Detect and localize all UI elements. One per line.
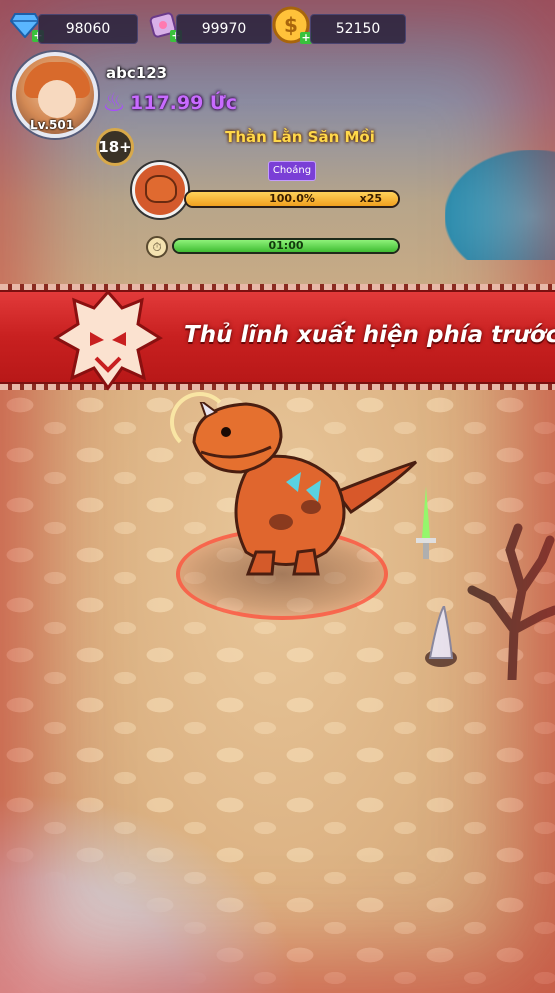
diamond-icon: + xyxy=(8,8,44,42)
boss-status-tag: Choáng xyxy=(268,161,316,181)
diamond-count: 98060 xyxy=(65,21,111,37)
dead-tree xyxy=(467,523,555,680)
player-power: 117.99 Ức xyxy=(130,92,238,114)
boss-warning-banner: Thủ lĩnh xuất hiện phía trước!! xyxy=(0,284,555,391)
gem-icon: + xyxy=(146,8,182,42)
boss-hp-multiplier: x25 xyxy=(359,192,382,205)
banner-message: Thủ lĩnh xuất hiện phía trước!! xyxy=(184,322,555,348)
age-rating-badge: 18+ xyxy=(96,128,134,166)
boulders-bottom xyxy=(0,793,300,993)
gold-coin-icon: $ + xyxy=(272,6,312,44)
gold-counter: 52150 xyxy=(310,14,406,44)
gem-count: 99970 xyxy=(201,21,247,37)
gold-count: 52150 xyxy=(335,21,381,37)
player-level: Lv.501 xyxy=(30,118,75,132)
boss-name: Thằn Lằn Săn Mồi xyxy=(225,128,375,146)
svg-text:$: $ xyxy=(284,13,298,37)
player-name: abc123 xyxy=(106,64,168,82)
power-flame-icon: ♨ xyxy=(102,88,126,118)
dinosaur-boss[interactable] xyxy=(186,402,422,582)
diamond-counter: 98060 xyxy=(38,14,138,44)
gem-counter: 99970 xyxy=(176,14,272,44)
boss-hp-bar: 100.0% x25 xyxy=(184,190,400,208)
battle-timer-text: 01:00 xyxy=(268,239,304,252)
battle-scene xyxy=(0,0,555,993)
water-pool xyxy=(445,150,555,260)
boss-skull-icon xyxy=(53,289,163,391)
battle-timer-bar: 01:00 xyxy=(172,238,400,254)
horn-spike-icon xyxy=(425,606,457,667)
clock-icon: ⏱ xyxy=(146,236,168,258)
boss-portrait xyxy=(132,162,188,218)
